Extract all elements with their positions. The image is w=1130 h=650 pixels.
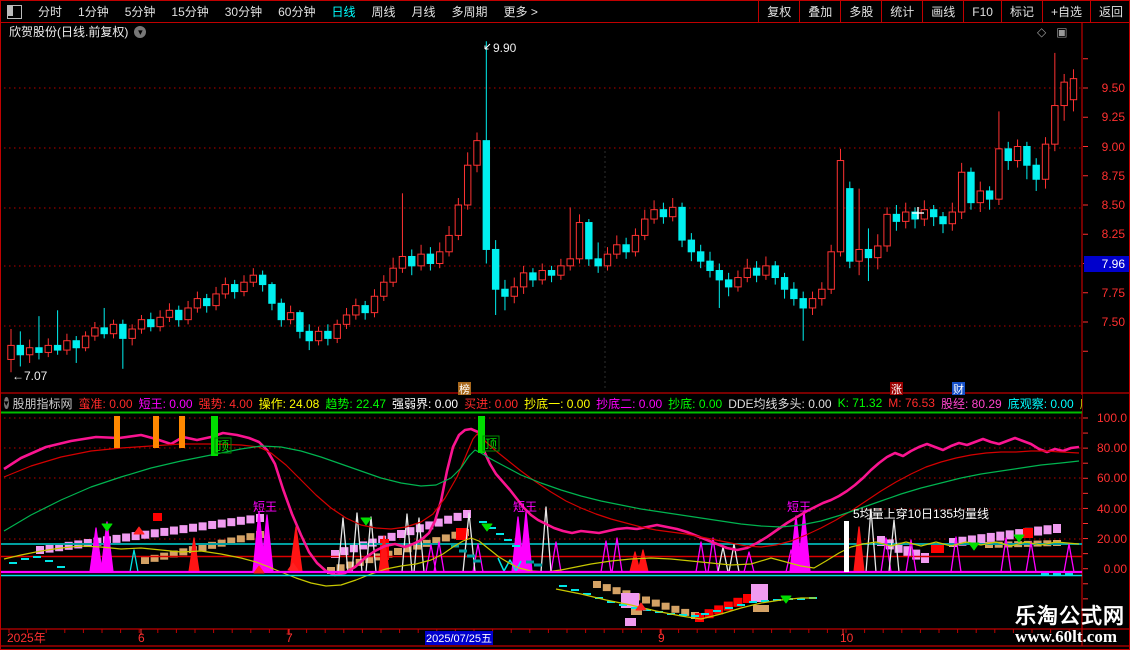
indicator-value-11: K: 71.32 — [837, 396, 883, 410]
svg-text:8.50: 8.50 — [1102, 198, 1126, 212]
period-tabs: 分时 1分钟 5分钟 15分钟 30分钟 60分钟 日线 周线 月线 多周期 更多 > — [1, 3, 758, 20]
period-tab-7[interactable]: 周线 — [363, 3, 403, 20]
indicator-value-9: 抄底: 0.00 — [668, 396, 723, 411]
svg-text:顶: 顶 — [217, 439, 229, 453]
period-tab-1[interactable]: 1分钟 — [70, 3, 117, 20]
period-tab-4[interactable]: 30分钟 — [217, 3, 270, 20]
svg-text:8.25: 8.25 — [1102, 227, 1126, 241]
watermark-url: www.60lt.com — [1015, 627, 1117, 647]
svg-text:9.00: 9.00 — [1102, 140, 1126, 154]
indicator-value-14: 底观察: 0.00 — [1007, 396, 1074, 411]
indicator-value-2: 强势: 4.00 — [198, 396, 253, 411]
top-toolbar: 分时 1分钟 5分钟 15分钟 30分钟 60分钟 日线 周线 月线 多周期 更多 > 复权 叠加 多股… — [1, 1, 1129, 23]
diamond-icon[interactable]: ◇ — [1037, 25, 1046, 39]
watermark-brand: 乐淘公式网 — [1015, 605, 1125, 629]
svg-text:8.75: 8.75 — [1102, 169, 1126, 183]
indicator-value-5: 强弱界: 0.00 — [392, 396, 459, 411]
toolbar-action-8[interactable]: 返回 — [1089, 1, 1129, 22]
indicator-value-0: 蛮准: 0.00 — [78, 396, 133, 411]
window-icon[interactable]: ▣ — [1056, 25, 1067, 39]
chart-title-row: 欣贺股份(日线.前复权) ▾ — [1, 23, 147, 40]
toolbar-action-2[interactable]: 多股 — [840, 1, 881, 22]
svg-text:60.00: 60.00 — [1097, 471, 1127, 485]
indicator-value-3: 操作: 24.08 — [258, 396, 320, 411]
toolbar-action-6[interactable]: 标记 — [1000, 1, 1042, 22]
indicator-value-7: 抄底一: 0.00 — [524, 396, 591, 411]
indicator-value-15: 底 — [1080, 395, 1082, 411]
indicator-source: 股朋指标网 — [12, 396, 73, 411]
svg-text:5均量上穿10日135均量线: 5均量上穿10日135均量线 — [853, 506, 989, 521]
svg-text:0.00: 0.00 — [1104, 562, 1128, 576]
period-tab-2[interactable]: 5分钟 — [117, 3, 164, 20]
toolbar-actions: 复权 叠加 多股 统计 画线 F10 标记 +自选 返回 — [758, 1, 1129, 22]
svg-text:40.00: 40.00 — [1097, 502, 1127, 516]
svg-text:榜: 榜 — [459, 382, 470, 396]
svg-text:财: 财 — [953, 382, 964, 396]
indicator-value-12: M: 76.53 — [888, 396, 935, 410]
toolbar-action-5[interactable]: F10 — [963, 1, 1001, 22]
period-tab-9[interactable]: 多周期 — [444, 3, 496, 20]
svg-text:7.50: 7.50 — [1102, 315, 1126, 329]
svg-text:80.00: 80.00 — [1097, 441, 1127, 455]
toolbar-action-7[interactable]: +自选 — [1041, 1, 1090, 22]
indicator-value-4: 趋势: 22.47 — [325, 396, 387, 411]
svg-text:短王: 短王 — [787, 500, 811, 514]
main-gridlines — [4, 87, 1082, 389]
toolbar-action-1[interactable]: 叠加 — [799, 1, 840, 22]
trading-app-window: 分时 1分钟 5分钟 15分钟 30分钟 60分钟 日线 周线 月线 多周期 更多 > 复权 叠加 多股… — [0, 0, 1130, 650]
svg-text:←7.07: ←7.07 — [12, 369, 48, 383]
period-tab-5[interactable]: 60分钟 — [270, 3, 323, 20]
page-title: 欣贺股份(日线.前复权) — [9, 25, 129, 39]
svg-text:2025年: 2025年 — [7, 631, 46, 645]
layout-split-icon[interactable] — [7, 4, 22, 19]
period-tab-10[interactable]: 更多 > — [496, 3, 546, 20]
indicator-value-8: 抄底二: 0.00 — [596, 396, 663, 411]
toolbar-action-4[interactable]: 画线 — [922, 1, 963, 22]
indicator-value-13: 股经: 80.29 — [940, 396, 1002, 411]
price-annotations: 9.90 ←7.07 — [12, 41, 517, 383]
indicator-value-1: 短王: 0.00 — [138, 396, 193, 411]
period-tab-6[interactable]: 日线 — [323, 3, 363, 20]
watermark: 乐淘公式网 www.60lt.com — [1015, 606, 1125, 646]
main-price-axis: 9.50 9.25 9.00 8.75 8.50 8.25 7.75 7.50 7.96 — [1083, 58, 1129, 352]
svg-text:9.50: 9.50 — [1102, 81, 1126, 95]
svg-text:10: 10 — [840, 631, 854, 645]
period-tab-3[interactable]: 15分钟 — [163, 3, 216, 20]
event-badges: 榜涨财 — [458, 382, 965, 396]
panel-axis: 100.0 80.00 60.00 40.00 20.00 0.00 — [1083, 411, 1128, 615]
period-tab-8[interactable]: 月线 — [404, 3, 444, 20]
svg-text:100.0: 100.0 — [1097, 411, 1127, 425]
svg-text:短王: 短王 — [513, 500, 537, 514]
indicator-collapse-icon[interactable]: ▾ — [4, 397, 9, 409]
toolbar-action-0[interactable]: 复权 — [758, 1, 799, 22]
indicator-panel: 顶 顶短王 短王 短王 5均量上穿10日135均量线 — [1, 411, 1082, 626]
period-tab-0[interactable]: 分时 — [30, 3, 70, 20]
indicator-value-10: DDE均线多头: 0.00 — [728, 396, 832, 411]
date-axis: 2025年 6 7 9 102025/07/25五 — [7, 629, 1070, 645]
svg-text:9.25: 9.25 — [1102, 110, 1126, 124]
toolbar-action-3[interactable]: 统计 — [881, 1, 922, 22]
indicator-readout-row: ▾ 股朋指标网 蛮准: 0.00 短王: 0.00 强势: 4.00 操作: 24.0… — [1, 395, 1082, 411]
corner-icons: ◇ ▣ — [1037, 25, 1068, 39]
svg-text:顶: 顶 — [485, 437, 497, 451]
svg-text:2025/07/25五: 2025/07/25五 — [426, 633, 492, 645]
svg-text:9.90: 9.90 — [493, 41, 517, 55]
svg-text:7.75: 7.75 — [1102, 286, 1126, 300]
indicator-value-6: 买进: 0.00 — [464, 396, 519, 411]
chart-canvas[interactable]: 9.90 ←7.07 榜涨财 9.50 9.25 9.00 8.75 8.50 8.25 7.75… — [1, 1, 1130, 650]
candlestick-chart — [7, 41, 1078, 373]
svg-text:短王: 短王 — [253, 500, 277, 514]
svg-text:7.96: 7.96 — [1102, 257, 1126, 271]
svg-text:20.00: 20.00 — [1097, 532, 1127, 546]
chevron-down-icon[interactable]: ▾ — [134, 25, 147, 38]
